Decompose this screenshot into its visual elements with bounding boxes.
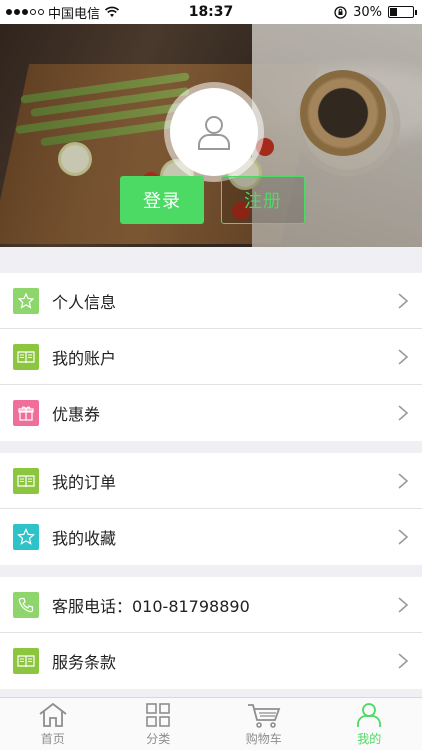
chevron-right-icon xyxy=(398,405,409,421)
status-bar: 中国电信 18:37 30% xyxy=(0,0,422,24)
menu-item-label: 我的订单 xyxy=(52,472,117,492)
chevron-right-icon xyxy=(398,293,409,309)
menu-item-account[interactable]: 我的账户 xyxy=(0,329,422,385)
menu-item-label: 我的收藏 xyxy=(52,529,117,548)
gift-icon xyxy=(13,400,39,426)
signal-strength-icon xyxy=(6,9,44,15)
user-icon xyxy=(357,703,382,727)
user-placeholder-icon xyxy=(198,116,230,150)
tab-label: 我的 xyxy=(357,732,382,746)
chevron-right-icon xyxy=(398,349,409,365)
tab-cart[interactable]: 购物车 xyxy=(211,698,317,750)
menu-item-orders[interactable]: 我的订单 xyxy=(0,453,422,509)
tab-label: 购物车 xyxy=(245,732,282,746)
grid-icon xyxy=(146,703,171,727)
chevron-right-icon xyxy=(398,529,409,545)
menu-item-label: 客服电话：010-81798890 xyxy=(52,596,250,616)
book-icon xyxy=(13,648,39,674)
carrier-name: 中国电信 xyxy=(48,6,101,22)
menu-group-service: 客服电话：010-81798890 服务条款 xyxy=(0,577,422,689)
register-button[interactable]: 注册 xyxy=(221,176,305,224)
wifi-icon xyxy=(104,6,120,17)
tab-label: 首页 xyxy=(40,732,65,746)
menu-item-label: 服务条款 xyxy=(52,653,117,672)
menu-group-orders: 我的订单 我的收藏 xyxy=(0,453,422,565)
menu-item-favorites[interactable]: 我的收藏 xyxy=(0,509,422,565)
profile-header-banner: 登录 注册 xyxy=(0,24,422,247)
tab-profile[interactable]: 我的 xyxy=(317,698,422,750)
tab-bar: 首页 分类 购物车 我的 xyxy=(0,697,422,750)
tab-label: 分类 xyxy=(146,732,171,746)
book-icon xyxy=(13,343,39,370)
profile-badge-icon xyxy=(13,287,39,314)
battery-icon xyxy=(388,6,417,18)
menu-group-account: 个人信息 我的账户 优惠券 xyxy=(0,273,422,441)
chevron-right-icon xyxy=(398,597,409,613)
phone-icon xyxy=(13,591,39,618)
tab-home[interactable]: 首页 xyxy=(0,698,106,750)
chevron-right-icon xyxy=(398,473,409,489)
chevron-right-icon xyxy=(398,653,409,669)
avatar[interactable] xyxy=(164,82,264,182)
login-button[interactable]: 登录 xyxy=(120,176,204,224)
tab-categories[interactable]: 分类 xyxy=(106,698,212,750)
menu-item-label: 我的账户 xyxy=(52,348,117,368)
menu-item-label: 个人信息 xyxy=(52,292,117,312)
star-icon xyxy=(13,524,39,550)
home-icon xyxy=(39,702,67,727)
menu-item-coupons[interactable]: 优惠券 xyxy=(0,385,422,441)
orientation-lock-icon xyxy=(334,5,347,19)
menu-item-terms[interactable]: 服务条款 xyxy=(0,633,422,689)
battery-percentage: 30% xyxy=(353,4,382,20)
menu-item-customer-service[interactable]: 客服电话：010-81798890 xyxy=(0,577,422,633)
book-icon xyxy=(13,467,39,494)
cart-icon xyxy=(247,704,281,728)
menu-item-profile[interactable]: 个人信息 xyxy=(0,273,422,329)
menu-item-label: 优惠券 xyxy=(52,405,101,424)
